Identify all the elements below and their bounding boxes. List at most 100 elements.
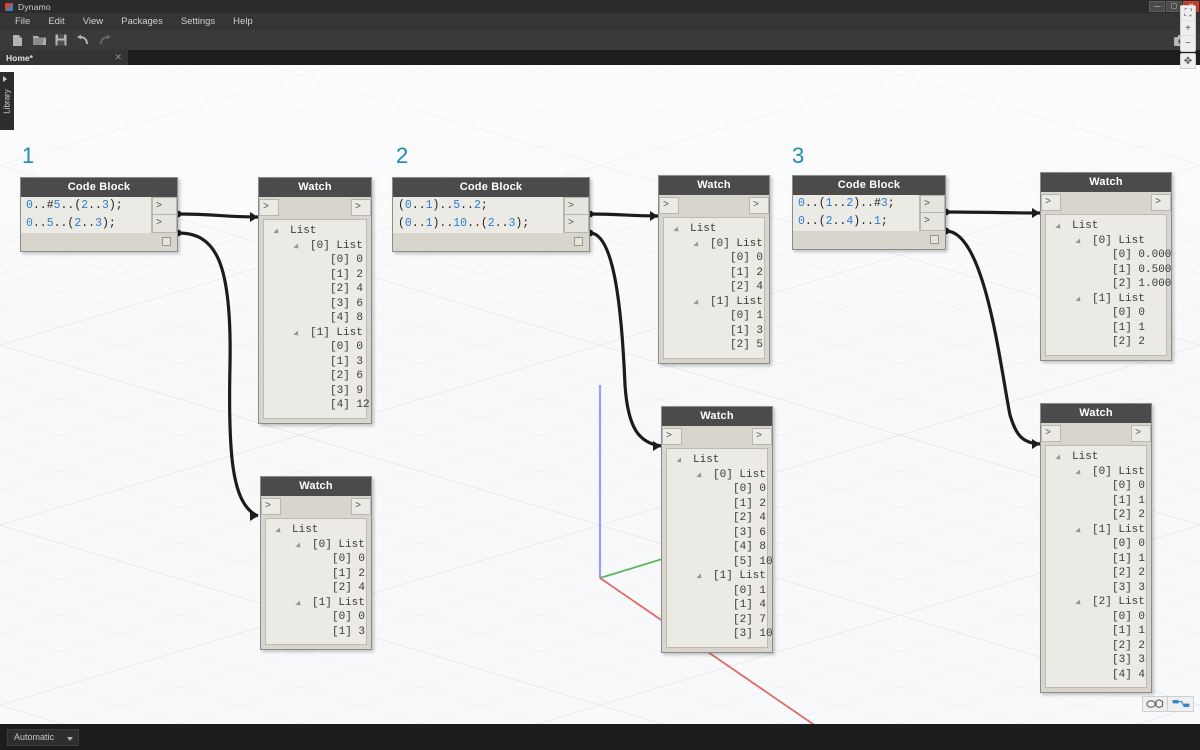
expander-triangle-icon[interactable]	[1075, 296, 1082, 303]
input-port[interactable]: >	[659, 197, 679, 214]
expander-triangle-icon[interactable]	[273, 228, 280, 235]
output-port[interactable]: >	[752, 428, 772, 445]
node-watch-1b[interactable]: Watch > > List[0] List[0] 0[1] 2[2] 4[1]…	[260, 476, 372, 650]
redo-button[interactable]	[94, 30, 116, 50]
library-panel-tab[interactable]: Library	[0, 72, 14, 130]
node-watch-3b[interactable]: Watch > > List[0] List[0] 0[1] 1[2] 2[1]…	[1040, 403, 1152, 693]
input-port[interactable]: >	[1041, 425, 1061, 442]
open-file-button[interactable]	[28, 30, 50, 50]
zoom-in-button[interactable]: +	[1181, 21, 1195, 36]
expander-triangle-icon[interactable]	[295, 542, 302, 549]
node-preview-toggle[interactable]	[930, 235, 939, 244]
code-line[interactable]: 0..(2..4)..1;	[793, 213, 919, 231]
input-port[interactable]: >	[662, 428, 682, 445]
expander-triangle-icon[interactable]	[1075, 599, 1082, 606]
expander-triangle-icon[interactable]	[275, 527, 282, 534]
node-code-block-3[interactable]: Code Block 0..(1..2)..#3;0..(2..4)..1; >…	[792, 175, 946, 250]
pan-button[interactable]: ✥	[1180, 53, 1196, 69]
expander-triangle-icon[interactable]	[1075, 469, 1082, 476]
menu-item-settings[interactable]: Settings	[172, 13, 224, 30]
new-file-button[interactable]	[6, 30, 28, 50]
output-port[interactable]: >	[351, 498, 371, 515]
expander-triangle-icon[interactable]	[1055, 454, 1062, 461]
connector-wire[interactable]	[946, 231, 1040, 444]
code-line[interactable]: 0..#5..(2..3);	[21, 197, 151, 215]
expander-triangle-icon[interactable]	[293, 243, 300, 250]
expander-triangle-icon[interactable]	[1075, 238, 1082, 245]
expander-triangle-icon[interactable]	[693, 241, 700, 248]
zoom-fit-button[interactable]: ⛶	[1181, 6, 1195, 21]
node-code-block-1[interactable]: Code Block 0..#5..(2..3);0..5..(2..3); >…	[20, 177, 178, 252]
code-line[interactable]: (0..1)..10..(2..3);	[393, 215, 563, 233]
code-line[interactable]: 0..(1..2)..#3;	[793, 195, 919, 213]
watch-tree[interactable]: List[0] List[0] 0[1] 2[2] 4[3] 6[4] 8[5]…	[666, 448, 768, 648]
node-ports: > >	[659, 195, 769, 217]
node-watch-2b[interactable]: Watch > > List[0] List[0] 0[1] 2[2] 4[3]…	[661, 406, 773, 653]
output-port[interactable]: >	[351, 199, 371, 216]
output-port[interactable]: >	[920, 213, 945, 231]
save-button[interactable]	[50, 30, 72, 50]
input-port[interactable]: >	[1041, 194, 1061, 211]
connector-wire[interactable]	[178, 214, 258, 217]
connector-wire[interactable]	[590, 233, 661, 446]
expander-triangle-icon[interactable]	[693, 299, 700, 306]
watch-tree-row: [3] 10	[671, 627, 763, 642]
node-watch-1a[interactable]: Watch > > List[0] List[0] 0[1] 2[2] 4[3]…	[258, 177, 372, 424]
output-port[interactable]: >	[920, 195, 945, 213]
node-body: 0..(1..2)..#3;0..(2..4)..1; >>	[793, 195, 945, 231]
node-preview-toggle[interactable]	[162, 237, 171, 246]
menu-item-help[interactable]: Help	[224, 13, 262, 30]
output-port[interactable]: >	[152, 197, 177, 215]
watch-tree[interactable]: List[0] List[0] 0[1] 2[2] 4[3] 6[4] 8[1]…	[263, 219, 367, 419]
code-line[interactable]: 0..5..(2..3);	[21, 215, 151, 233]
expander-triangle-icon[interactable]	[1055, 223, 1062, 230]
menu-item-view[interactable]: View	[74, 13, 112, 30]
zoom-out-button[interactable]: −	[1181, 36, 1195, 51]
expander-triangle-icon[interactable]	[1075, 527, 1082, 534]
output-port[interactable]: >	[152, 215, 177, 233]
input-port[interactable]: >	[261, 498, 281, 515]
input-port[interactable]: >	[259, 199, 279, 216]
code-editor[interactable]: 0..#5..(2..3);0..5..(2..3);	[21, 197, 151, 233]
expander-triangle-icon[interactable]	[676, 457, 683, 464]
watch-tree-row: [0] 0	[268, 253, 362, 268]
graph-canvas[interactable]: 1 2 3 Code Block 0..#5..(2..3);0..5..(2.…	[0, 65, 1200, 724]
expander-triangle-icon[interactable]	[295, 600, 302, 607]
tab-home[interactable]: Home* ✕	[0, 50, 128, 65]
node-code-block-2[interactable]: Code Block (0..1)..5..2;(0..1)..10..(2..…	[392, 177, 590, 252]
node-preview-toggle[interactable]	[574, 237, 583, 246]
expander-triangle-icon[interactable]	[696, 573, 703, 580]
expander-triangle-icon[interactable]	[673, 226, 680, 233]
watch-tree[interactable]: List[0] List[0] 0[1] 2[2] 4[1] List[0] 1…	[663, 217, 765, 359]
node-watch-3a[interactable]: Watch > > List[0] List[0] 0.000[1] 0.500…	[1040, 172, 1172, 361]
output-port[interactable]: >	[1131, 425, 1151, 442]
output-port[interactable]: >	[1151, 194, 1171, 211]
output-port[interactable]: >	[564, 215, 589, 233]
node-watch-2a[interactable]: Watch > > List[0] List[0] 0[1] 2[2] 4[1]…	[658, 175, 770, 364]
code-line[interactable]: (0..1)..5..2;	[393, 197, 563, 215]
code-editor[interactable]: (0..1)..5..2;(0..1)..10..(2..3);	[393, 197, 563, 233]
expander-triangle-icon[interactable]	[293, 330, 300, 337]
expander-triangle-icon[interactable]	[696, 472, 703, 479]
connector-wire[interactable]	[178, 233, 258, 516]
watch-tree-row: [2] 4	[671, 511, 763, 526]
connector-wire[interactable]	[590, 214, 658, 216]
output-port[interactable]: >	[749, 197, 769, 214]
tab-home-close-icon[interactable]: ✕	[114, 52, 122, 63]
connector-wire[interactable]	[946, 212, 1040, 213]
geometry-view-button[interactable]	[1142, 696, 1168, 712]
minimize-button[interactable]: —	[1149, 1, 1165, 12]
watch-tree[interactable]: List[0] List[0] 0.000[1] 0.500[2] 1.000[…	[1045, 214, 1167, 356]
menu-item-edit[interactable]: Edit	[39, 13, 73, 30]
watch-tree-row: [0] List	[268, 239, 362, 254]
menu-item-file[interactable]: File	[6, 13, 39, 30]
code-editor[interactable]: 0..(1..2)..#3;0..(2..4)..1;	[793, 195, 919, 231]
watch-tree[interactable]: List[0] List[0] 0[1] 2[2] 4[1] List[0] 0…	[265, 518, 367, 645]
undo-button[interactable]	[72, 30, 94, 50]
run-mode-dropdown[interactable]: Automatic	[7, 729, 79, 746]
watch-tree[interactable]: List[0] List[0] 0[1] 1[2] 2[1] List[0] 0…	[1045, 445, 1147, 688]
watch-tree-row: [0] 0	[270, 552, 362, 567]
menu-item-packages[interactable]: Packages	[112, 13, 172, 30]
output-port[interactable]: >	[564, 197, 589, 215]
graph-view-button[interactable]	[1168, 696, 1194, 712]
